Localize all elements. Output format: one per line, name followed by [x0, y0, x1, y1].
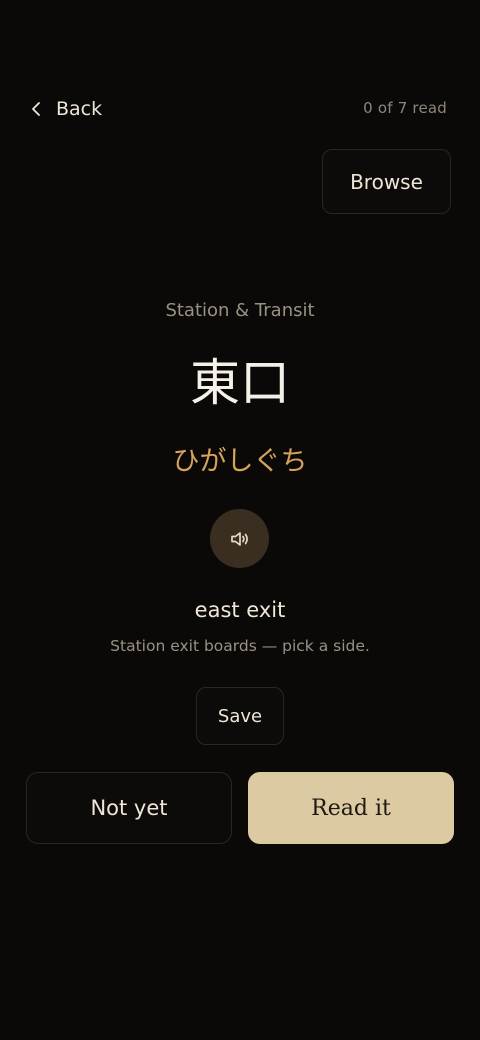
read-it-button[interactable]: Read it: [248, 772, 454, 844]
save-button[interactable]: Save: [196, 687, 284, 745]
term-text: 東口: [190, 354, 290, 412]
speaker-icon: [228, 527, 252, 551]
meaning-text: east exit: [194, 598, 286, 622]
reading-text: ひがしぐち: [172, 446, 308, 477]
not-yet-button[interactable]: Not yet: [26, 772, 232, 844]
back-button[interactable]: Back: [26, 92, 102, 126]
browse-button[interactable]: Browse: [322, 149, 451, 214]
category-label: Station & Transit: [165, 300, 315, 321]
play-audio-button[interactable]: [210, 509, 269, 568]
back-label: Back: [56, 98, 103, 120]
chevron-left-icon: [26, 99, 46, 119]
progress-counter: 0 of 7 read: [363, 99, 447, 117]
usage-note: Station exit boards — pick a side.: [110, 637, 370, 655]
